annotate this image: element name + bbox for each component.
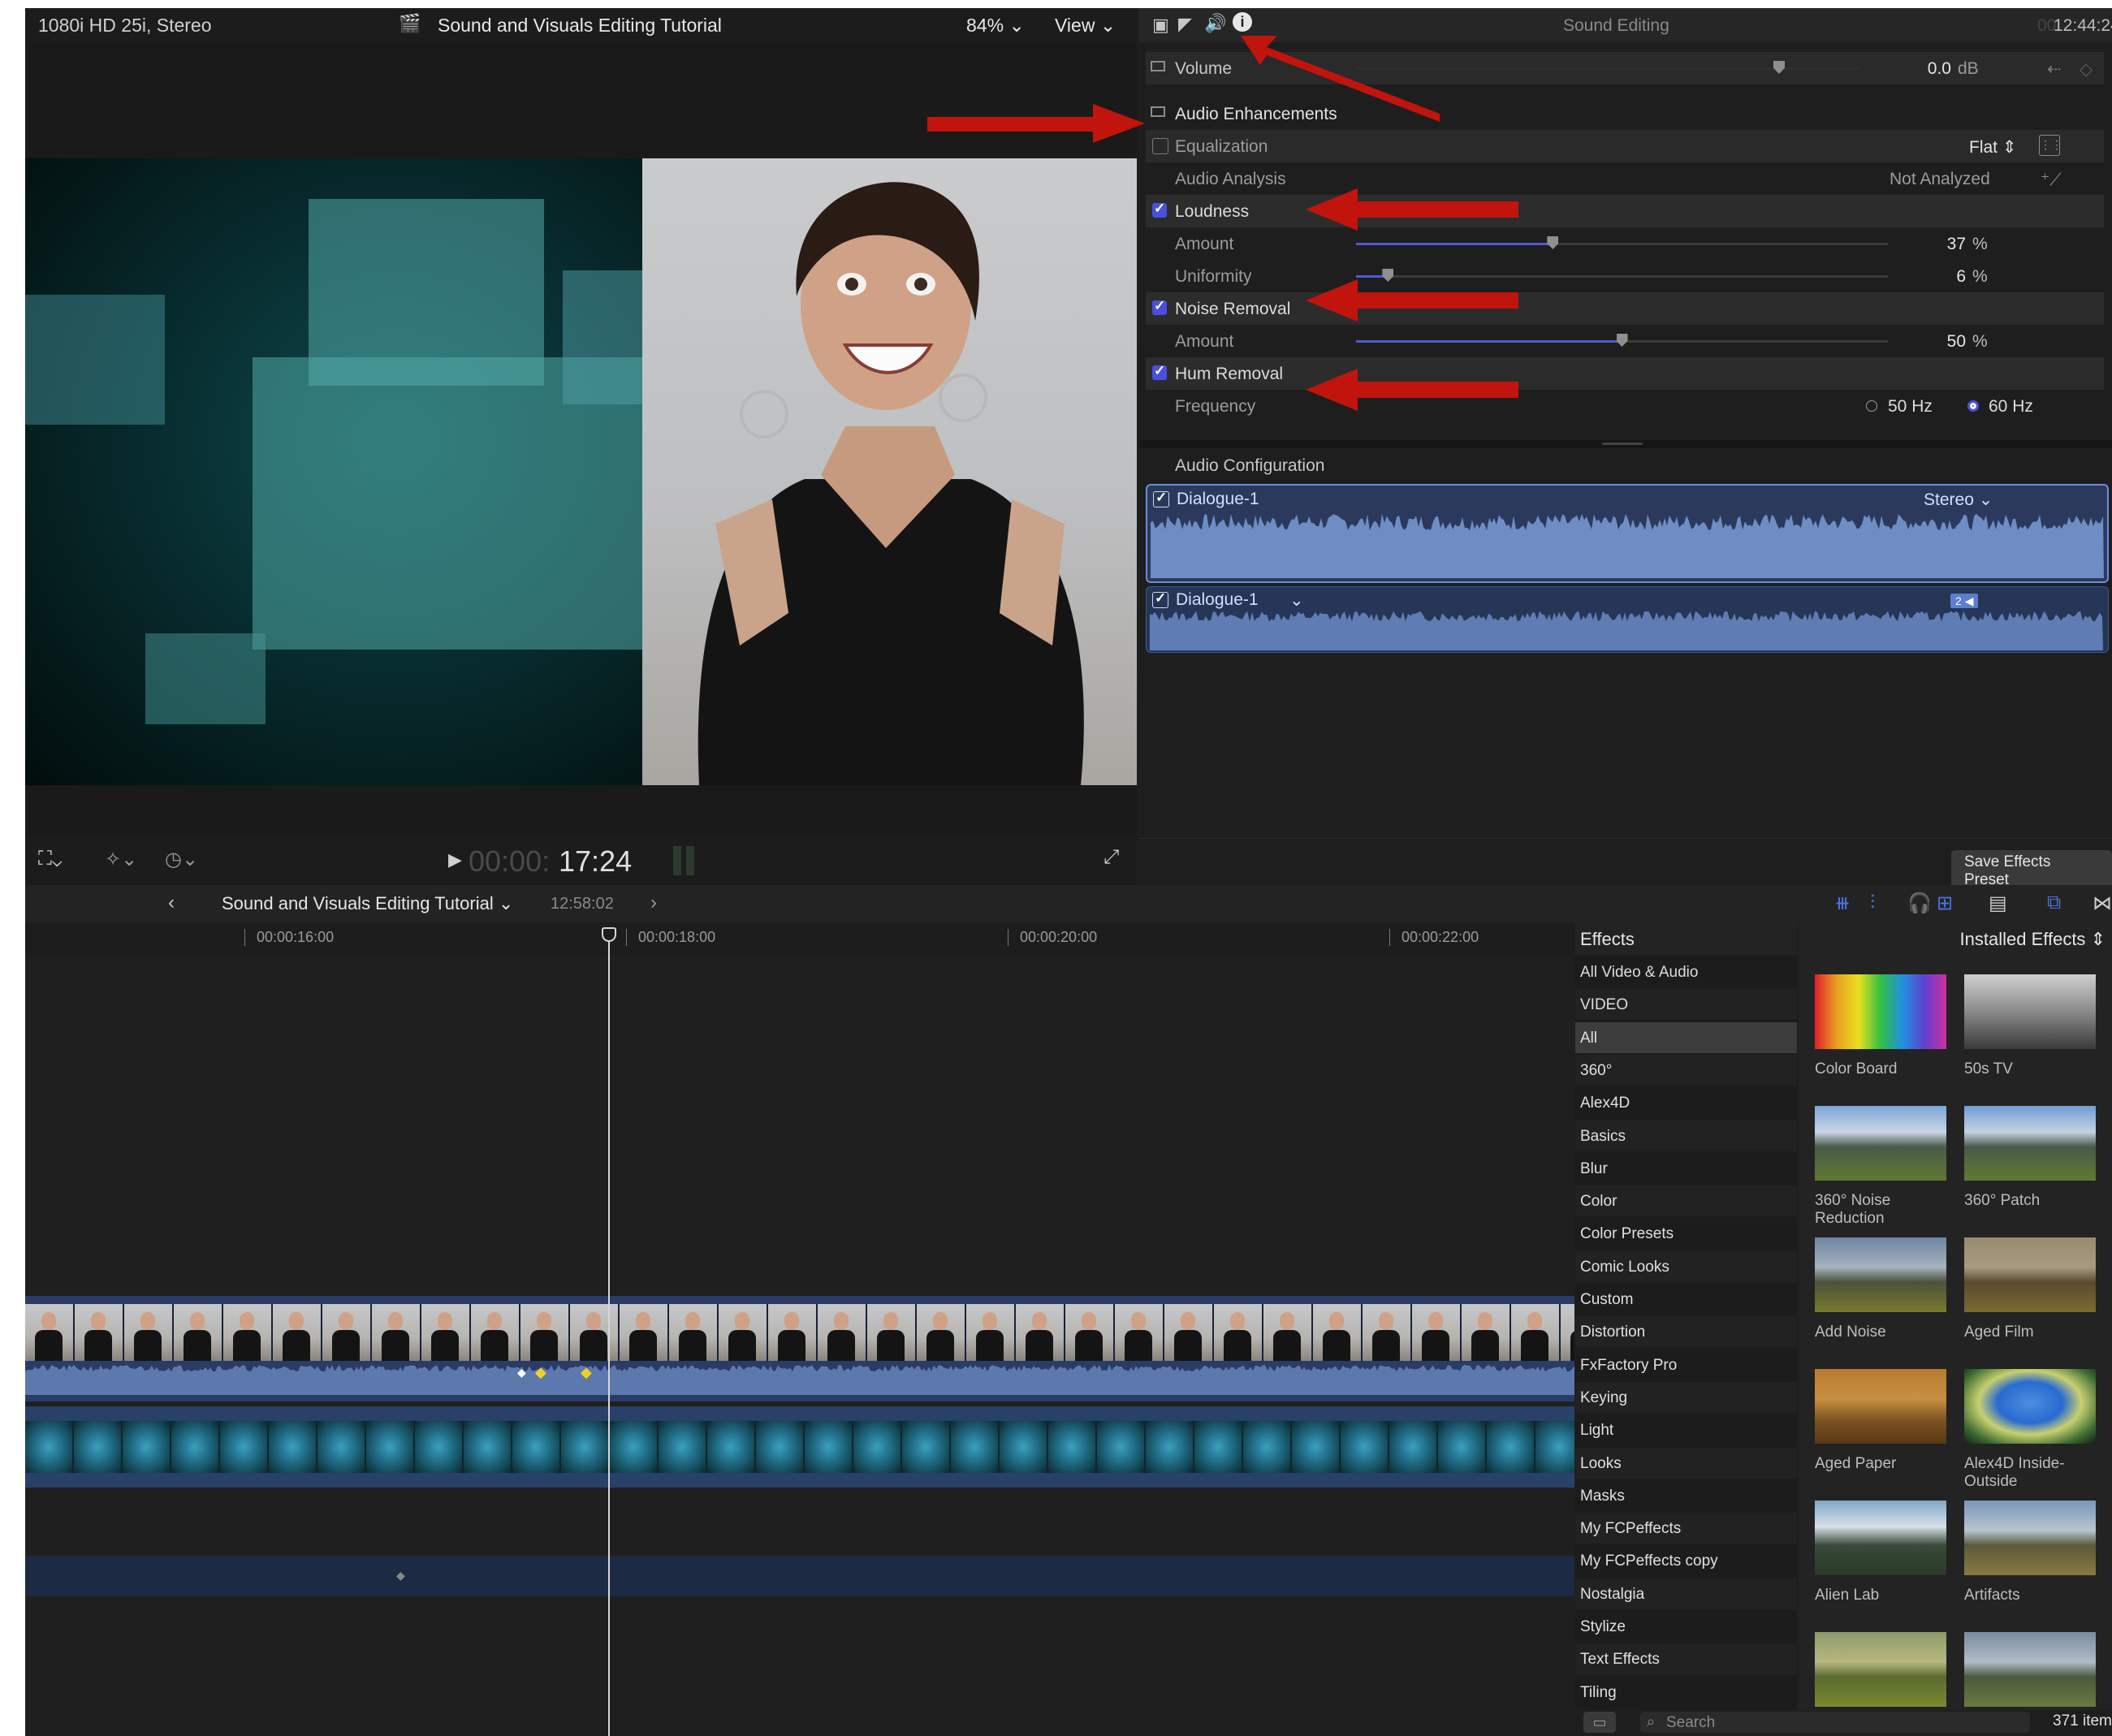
arrow-to-audio-tab	[1241, 36, 1440, 122]
arrow-to-loudness	[1306, 188, 1518, 231]
arrow-to-noise-removal	[1306, 279, 1518, 322]
arrow-to-audio-enhancements	[927, 104, 1145, 143]
arrow-to-hum-removal	[1306, 369, 1518, 411]
annotation-arrows	[927, 36, 1518, 411]
